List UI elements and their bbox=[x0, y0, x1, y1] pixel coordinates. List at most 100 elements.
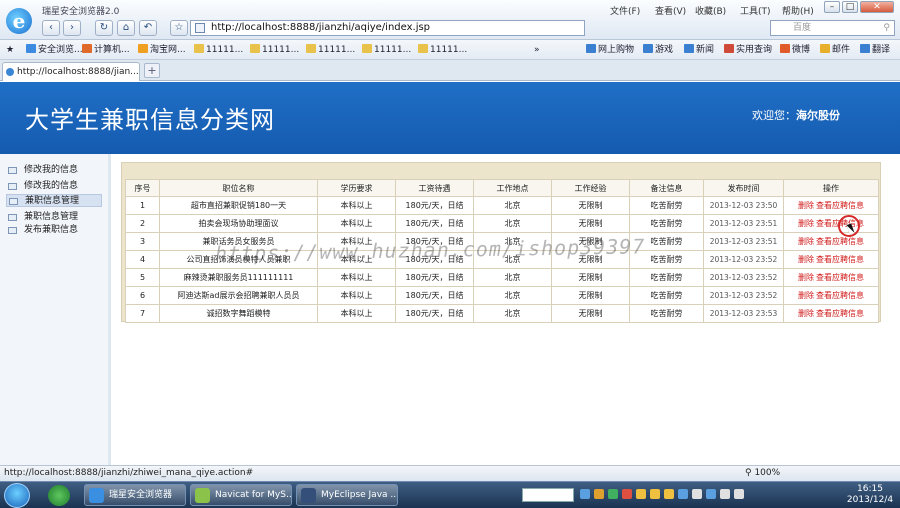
fav-item[interactable]: 淘宝网... bbox=[138, 43, 186, 57]
taskbar-app-navicat[interactable]: Navicat for MyS... bbox=[190, 484, 292, 506]
cell-ops: 删除 查看应聘信息 bbox=[783, 214, 879, 233]
cell-note: 吃苦耐劳 bbox=[629, 232, 704, 251]
fav-item[interactable]: 11111... bbox=[250, 43, 299, 57]
doc-icon bbox=[8, 227, 17, 234]
view-applicants-link[interactable]: 查看应聘信息 bbox=[816, 309, 864, 318]
home-button[interactable]: ⌂ bbox=[117, 20, 135, 36]
search-placeholder: 百度 bbox=[793, 23, 812, 33]
sidebar-item-job-management-group[interactable]: 兼职信息管理 bbox=[6, 194, 102, 207]
search-box[interactable]: 百度 ⚲ bbox=[770, 20, 895, 36]
network-icon[interactable] bbox=[720, 489, 730, 499]
sidebar-item-profile-group[interactable]: 修改我的信息 bbox=[6, 164, 78, 177]
cell-exp: 无限制 bbox=[551, 268, 630, 287]
cell-ops: 删除 查看应聘信息 bbox=[783, 250, 879, 269]
start-button[interactable] bbox=[4, 483, 30, 508]
delete-link[interactable]: 删除 bbox=[798, 309, 814, 318]
favorites-star-icon[interactable]: ★ bbox=[6, 43, 14, 57]
delete-link[interactable]: 删除 bbox=[798, 255, 814, 264]
menu-help[interactable]: 帮助(H) bbox=[782, 4, 814, 17]
col-place: 工作地点 bbox=[473, 179, 552, 197]
back-button[interactable]: ‹ bbox=[42, 20, 60, 36]
main-content: 序号 职位名称 学历要求 工资待遇 工作地点 工作经验 备注信息 发布时间 操作… bbox=[114, 154, 900, 465]
maximize-button[interactable]: □ bbox=[842, 1, 858, 13]
fav-more-icon[interactable]: » bbox=[534, 43, 540, 57]
cell-salary: 180元/天，日结 bbox=[395, 232, 474, 251]
delete-link[interactable]: 删除 bbox=[798, 291, 814, 300]
tray-icon[interactable] bbox=[622, 489, 632, 499]
tray-icon[interactable] bbox=[580, 489, 590, 499]
taskbar-app-browser[interactable]: 瑞星安全浏览器 bbox=[84, 484, 186, 506]
view-applicants-link[interactable]: 查看应聘信息 bbox=[816, 291, 864, 300]
fav-item[interactable]: 11111... bbox=[362, 43, 411, 57]
cell-note: 吃苦耐劳 bbox=[629, 250, 704, 269]
menu-favorites[interactable]: 收藏(B) bbox=[695, 4, 726, 17]
volume-icon[interactable] bbox=[734, 489, 744, 499]
view-applicants-link[interactable]: 查看应聘信息 bbox=[816, 255, 864, 264]
delete-link[interactable]: 删除 bbox=[798, 201, 814, 210]
browser-icon bbox=[89, 488, 104, 503]
fav-item[interactable]: 安全浏览... bbox=[26, 43, 83, 57]
undo-close-button[interactable]: ↶ bbox=[139, 20, 157, 36]
table-row: 1 超市直招兼职促销180一天 本科以上 180元/天，日结 北京 无限制 吃苦… bbox=[125, 196, 879, 215]
fav-item[interactable]: 11111... bbox=[306, 43, 355, 57]
tray-icon[interactable] bbox=[594, 489, 604, 499]
delete-link[interactable]: 删除 bbox=[798, 237, 814, 246]
cell-salary: 180元/天，日结 bbox=[395, 250, 474, 269]
tray-icon[interactable] bbox=[664, 489, 674, 499]
clock[interactable]: 16:15 2013/12/4 bbox=[845, 484, 895, 506]
menu-view[interactable]: 查看(V) bbox=[655, 4, 686, 17]
sidebar-item-publish-job[interactable]: 发布兼职信息 bbox=[6, 224, 78, 237]
table-row: 2 拍卖会现场协助理面议 本科以上 180元/天，日结 北京 无限制 吃苦耐劳 … bbox=[125, 214, 879, 233]
forward-button[interactable]: › bbox=[63, 20, 81, 36]
pinned-app-icon[interactable] bbox=[48, 485, 70, 506]
fav-item[interactable]: 11111... bbox=[194, 43, 243, 57]
view-applicants-link[interactable]: 查看应聘信息 bbox=[816, 201, 864, 210]
view-applicants-link[interactable]: 查看应聘信息 bbox=[816, 273, 864, 282]
menu-file[interactable]: 文件(F) bbox=[610, 4, 640, 17]
tray-icon[interactable] bbox=[706, 489, 716, 499]
system-tray bbox=[580, 489, 830, 502]
tray-icon[interactable] bbox=[636, 489, 646, 499]
fav-item[interactable]: 网上购物 bbox=[586, 43, 634, 57]
address-bar[interactable]: http://localhost:8888/jianzhi/aqiye/inde… bbox=[190, 20, 585, 36]
tab-current[interactable]: http://localhost:8888/jian... bbox=[2, 62, 140, 81]
fav-item[interactable]: 计算机... bbox=[82, 43, 130, 57]
fav-item[interactable]: 游戏 bbox=[643, 43, 673, 57]
fav-item[interactable]: 微博 bbox=[780, 43, 810, 57]
favorite-star-icon[interactable]: ☆ bbox=[170, 20, 188, 36]
refresh-button[interactable]: ↻ bbox=[95, 20, 113, 36]
col-no: 序号 bbox=[125, 179, 160, 197]
search-icon[interactable]: ⚲ bbox=[883, 21, 890, 35]
close-button[interactable]: ✕ bbox=[860, 1, 894, 13]
tray-icon[interactable] bbox=[692, 489, 702, 499]
cell-time: 2013-12-03 23:51 bbox=[703, 214, 784, 233]
minimize-button[interactable]: – bbox=[824, 1, 840, 13]
taskbar-input-box[interactable] bbox=[522, 488, 574, 502]
taskbar-app-myeclipse[interactable]: MyEclipse Java ... bbox=[296, 484, 398, 506]
fav-item[interactable]: 11111... bbox=[418, 43, 467, 57]
fav-item[interactable]: 邮件 bbox=[820, 43, 850, 57]
sidebar-item-edit-profile[interactable]: 修改我的信息 bbox=[6, 180, 78, 193]
col-salary: 工资待遇 bbox=[395, 179, 474, 197]
fav-item[interactable]: 新闻 bbox=[684, 43, 714, 57]
view-applicants-link[interactable]: 查看应聘信息 bbox=[816, 237, 864, 246]
fav-item[interactable]: 翻译 bbox=[860, 43, 890, 57]
tray-icon[interactable] bbox=[650, 489, 660, 499]
new-tab-button[interactable]: + bbox=[144, 63, 160, 78]
delete-link[interactable]: 删除 bbox=[798, 273, 814, 282]
cell-exp: 无限制 bbox=[551, 232, 630, 251]
zoom-level[interactable]: ⚲ 100% bbox=[745, 466, 780, 481]
cell-no: 5 bbox=[125, 268, 160, 287]
tray-icon[interactable] bbox=[608, 489, 618, 499]
cell-time: 2013-12-03 23:52 bbox=[703, 250, 784, 269]
fav-item[interactable]: 实用查询 bbox=[724, 43, 772, 57]
user-name: 海尔股份 bbox=[796, 109, 840, 122]
cell-no: 1 bbox=[125, 196, 160, 215]
menu-tools[interactable]: 工具(T) bbox=[740, 4, 771, 17]
sidebar-item-job-management[interactable]: 兼职信息管理 bbox=[6, 211, 78, 224]
cell-salary: 180元/天，日结 bbox=[395, 286, 474, 305]
table-row: 6 阿迪达斯ad展示会招聘兼职人员员 本科以上 180元/天，日结 北京 无限制… bbox=[125, 286, 879, 305]
myeclipse-icon bbox=[301, 488, 316, 503]
delete-link[interactable]: 删除 bbox=[798, 219, 814, 228]
tray-icon[interactable] bbox=[678, 489, 688, 499]
